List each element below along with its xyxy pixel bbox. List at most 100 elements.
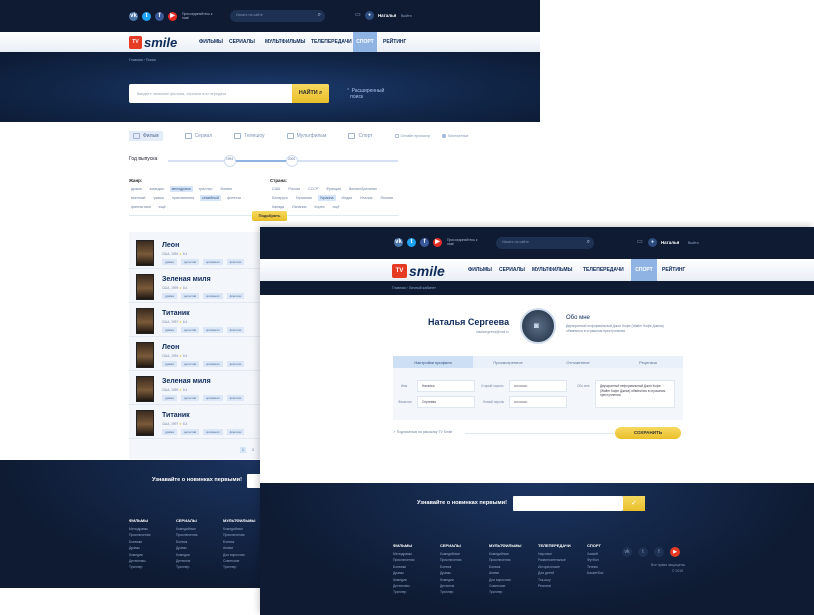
logo[interactable]: TV smile <box>129 35 177 50</box>
email-input[interactable] <box>513 496 623 511</box>
tag[interactable]: криминал <box>203 327 223 333</box>
country-chip[interactable]: Индия <box>340 195 355 201</box>
tag[interactable]: детектив <box>180 293 200 299</box>
tag[interactable]: фэнтези <box>226 429 245 435</box>
country-chip[interactable]: Канада <box>270 204 286 210</box>
result-item[interactable]: Леон США, 1994 ★ 8.4 драма детектив криминал… <box>129 338 260 371</box>
facebook-icon[interactable]: f <box>654 547 664 557</box>
year-slider[interactable]: 1994 2005 <box>168 155 398 167</box>
nav-rating[interactable]: РЕЙТИНГ <box>657 259 691 281</box>
country-chip[interactable]: Корея <box>312 204 326 210</box>
country-chip[interactable]: Франция <box>324 186 343 192</box>
vk-icon[interactable]: vk <box>622 547 632 557</box>
poster-image[interactable] <box>136 308 154 334</box>
nav-tvshows[interactable]: ТЕЛЕПЕРЕДАЧИ <box>311 32 353 52</box>
tag[interactable]: драма <box>162 361 177 367</box>
country-chip[interactable]: Япония <box>378 195 394 201</box>
footer-link[interactable]: Реалити <box>538 583 571 589</box>
result-item[interactable]: Титаник США, 1997 ★ 8.4 драма детектив крими… <box>129 406 260 439</box>
youtube-icon[interactable]: ▶ <box>168 12 177 21</box>
result-title[interactable]: Зеленая миля <box>162 276 211 283</box>
newpass-field[interactable]: •••••••••••• <box>509 396 567 408</box>
nav-tvshows[interactable]: ТЕЛЕПЕРЕДАЧИ <box>583 259 631 281</box>
tab-sport[interactable]: Спорт <box>348 133 373 139</box>
advanced-search-link[interactable]: ⌃ Расширенный поиск <box>346 88 384 100</box>
name-field[interactable]: Наталья <box>417 380 475 392</box>
tag[interactable]: фэнтези <box>226 259 245 265</box>
site-search-input[interactable]: Искать на сайте ⌕ <box>230 10 325 22</box>
tag[interactable]: драма <box>162 327 177 333</box>
nav-cartoons[interactable]: МУЛЬТФИЛЬМЫ <box>532 259 583 281</box>
nav-cartoons[interactable]: МУЛЬТФИЛЬМЫ <box>265 32 311 52</box>
vk-icon[interactable]: vk <box>129 12 138 21</box>
tag[interactable]: драма <box>162 259 177 265</box>
camera-icon[interactable]: ◙ <box>534 321 539 330</box>
footer-link[interactable]: Триллер <box>393 589 414 595</box>
user-name[interactable]: Наталья <box>378 13 396 18</box>
country-chip[interactable]: Великобритания <box>347 186 379 192</box>
country-chip[interactable]: США <box>270 186 282 192</box>
logout-link[interactable]: Выйти <box>401 14 412 18</box>
nav-films[interactable]: ФИЛЬМЫ <box>468 259 499 281</box>
monitor-icon[interactable]: ▭ <box>637 238 643 245</box>
country-chip[interactable]: Россия <box>286 186 302 192</box>
result-item[interactable]: Леон США, 1994 ★ 8.4 драма детектив криминал… <box>129 236 260 269</box>
poster-image[interactable] <box>136 274 154 300</box>
tab-watched[interactable]: Просмотренное <box>473 356 543 368</box>
poster-image[interactable] <box>136 376 154 402</box>
nav-series[interactable]: СЕРИАЛЫ <box>229 32 265 52</box>
page-2[interactable]: 2 <box>250 447 256 453</box>
tag[interactable]: криминал <box>203 361 223 367</box>
result-item[interactable]: Титаник США, 1997 ★ 8.4 драма детектив крими… <box>129 304 260 337</box>
tag[interactable]: криминал <box>203 395 223 401</box>
tag[interactable]: детектив <box>180 327 200 333</box>
page-1[interactable]: 1 <box>240 447 246 453</box>
tab-series[interactable]: Сериал <box>184 133 212 139</box>
genre-chip[interactable]: драма <box>129 186 144 192</box>
result-title[interactable]: Титаник <box>162 310 190 317</box>
tag[interactable]: детектив <box>180 429 200 435</box>
profile-avatar[interactable]: ◙ <box>520 308 556 344</box>
logo[interactable]: TV smile <box>392 263 445 279</box>
country-chip[interactable]: Беларусь <box>270 195 290 201</box>
subscribe-submit-button[interactable]: ✓ <box>623 496 645 511</box>
genre-chip[interactable]: триллер <box>197 186 215 192</box>
nav-films[interactable]: ФИЛЬМЫ <box>199 32 229 52</box>
footer-link[interactable]: Приключения <box>393 557 414 563</box>
logout-link[interactable]: Выйти <box>688 241 699 245</box>
youtube-icon[interactable]: ▶ <box>433 238 442 247</box>
poster-image[interactable] <box>136 342 154 368</box>
tag[interactable]: фэнтези <box>226 327 245 333</box>
avatar[interactable]: ● <box>648 238 657 247</box>
result-title[interactable]: Леон <box>162 242 179 249</box>
tag[interactable]: детектив <box>180 395 200 401</box>
pick-button[interactable]: Подобрать <box>252 211 287 221</box>
result-title[interactable]: Титаник <box>162 412 190 419</box>
footer-link[interactable]: Баскетбол <box>587 570 603 576</box>
genre-chip[interactable]: семейный <box>200 195 222 201</box>
tag[interactable]: фэнтези <box>226 361 245 367</box>
footer-link[interactable]: Приключения <box>129 532 150 538</box>
tab-cartoon[interactable]: Мультфильм <box>286 133 326 139</box>
search-icon[interactable]: ⌕ <box>318 12 321 19</box>
search-icon[interactable]: ⌕ <box>587 239 590 246</box>
genre-chip[interactable]: фантастика <box>129 204 153 210</box>
genre-chip[interactable]: комедия <box>148 186 166 192</box>
site-search-input[interactable]: Искать на сайте ⌕ <box>496 237 594 249</box>
nav-series[interactable]: СЕРИАЛЫ <box>499 259 532 281</box>
facebook-icon[interactable]: f <box>420 238 429 247</box>
tag[interactable]: драма <box>162 429 177 435</box>
genre-chip[interactable]: ещё <box>157 204 168 210</box>
footer-link[interactable]: Триллер <box>223 564 255 570</box>
footer-link[interactable]: Приключения <box>176 532 197 538</box>
tab-film[interactable]: Фильм <box>129 131 163 141</box>
tag[interactable]: криминал <box>203 429 223 435</box>
avatar[interactable]: ● <box>365 11 374 20</box>
tab-reviews[interactable]: Рецензии <box>613 356 683 368</box>
result-title[interactable]: Зеленая миля <box>162 378 211 385</box>
genre-chip[interactable]: приключения <box>170 195 196 201</box>
nav-rating[interactable]: РЕЙТИНГ <box>377 32 409 52</box>
result-item[interactable]: Зеленая миля США, 1999 ★ 8.4 драма детектив… <box>129 270 260 303</box>
breadcrumb[interactable]: Главная › Поиск <box>129 58 156 62</box>
result-item[interactable]: Зеленая миля США, 1999 ★ 8.4 драма детектив… <box>129 372 260 405</box>
